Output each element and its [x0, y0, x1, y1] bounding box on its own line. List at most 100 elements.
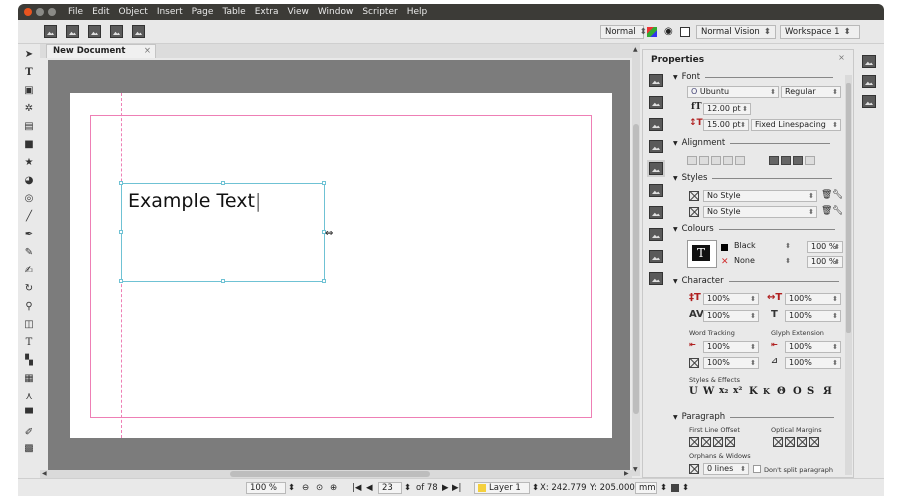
- eye-icon[interactable]: ◉: [664, 26, 673, 37]
- line-icon[interactable]: ╱: [23, 210, 35, 222]
- image-icon[interactable]: [649, 206, 663, 219]
- image-frame-icon[interactable]: ▣: [23, 84, 35, 96]
- close-tab-icon[interactable]: ×: [144, 45, 151, 57]
- menu-scripter[interactable]: Scripter: [362, 7, 397, 17]
- vertical-scale-field[interactable]: 100% ⬍: [703, 293, 759, 305]
- image-icon[interactable]: [649, 96, 663, 109]
- resize-handle[interactable]: [119, 181, 123, 185]
- stroke-colour-select[interactable]: None ⬍: [731, 256, 793, 268]
- word-tracking-norm-field[interactable]: 100% ⬍: [703, 357, 759, 369]
- line-spacing-mode-select[interactable]: Fixed Linespacing ⬍: [751, 119, 841, 131]
- scroll-left-icon[interactable]: ◀: [42, 470, 47, 477]
- kerning-field[interactable]: 100% ⬍: [703, 310, 759, 322]
- rotate-icon[interactable]: ↻: [23, 282, 35, 294]
- last-page-icon[interactable]: ▶|: [452, 483, 461, 493]
- menu-window[interactable]: Window: [318, 7, 354, 17]
- image-icon[interactable]: [649, 140, 663, 153]
- menu-extra[interactable]: Extra: [255, 7, 279, 17]
- stroke-shade-field[interactable]: 100 % ⬍: [807, 256, 843, 268]
- freehand-icon[interactable]: ✎: [23, 246, 35, 258]
- font-family-select[interactable]: O Ubuntu ⬍: [687, 86, 779, 98]
- unit-select[interactable]: mm: [635, 482, 657, 494]
- link-frames-icon[interactable]: ▚: [23, 354, 35, 366]
- arc-icon[interactable]: ◕: [23, 174, 35, 186]
- text-tool-icon[interactable]: T: [23, 66, 35, 78]
- colours-section-header[interactable]: ▼ Colours: [673, 224, 835, 234]
- image-icon[interactable]: [110, 25, 123, 38]
- spinner-icon[interactable]: ⬍: [404, 483, 411, 493]
- vertical-scrollbar[interactable]: ▲ ▼: [632, 44, 640, 476]
- align-center-button[interactable]: [699, 156, 709, 165]
- zoom-field[interactable]: 100 %: [246, 482, 286, 494]
- menu-page[interactable]: Page: [192, 7, 214, 17]
- shape-icon[interactable]: ■: [23, 138, 35, 150]
- next-page-icon[interactable]: ▶: [442, 483, 449, 493]
- close-window-button[interactable]: [24, 8, 32, 16]
- wrench-icon[interactable]: 🔧︎: [832, 206, 843, 216]
- image-icon[interactable]: [88, 25, 101, 38]
- spinner-icon[interactable]: ⬍: [288, 483, 295, 493]
- font-size-field[interactable]: 12.00 pt ⬍: [703, 103, 751, 115]
- first-line-option-button[interactable]: [725, 437, 735, 447]
- render-frame-icon[interactable]: ✲: [23, 102, 35, 114]
- horizontal-scroll-thumb[interactable]: [230, 471, 430, 477]
- subscript-icon[interactable]: x₂: [719, 386, 728, 396]
- font-section-header[interactable]: ▼ Font: [673, 72, 834, 82]
- align-left-button[interactable]: [687, 156, 697, 165]
- colour-preview[interactable]: T: [687, 240, 717, 268]
- glyph-max-field[interactable]: 100% ⬍: [785, 357, 841, 369]
- preview-mode-select[interactable]: Normal ⬍: [600, 25, 647, 39]
- first-line-option-button[interactable]: [689, 437, 699, 447]
- horizontal-scrollbar[interactable]: ◀ ▶: [40, 470, 632, 478]
- image-icon[interactable]: [647, 160, 665, 177]
- wrench-icon[interactable]: 🔧︎: [832, 190, 843, 200]
- previous-page-icon[interactable]: ◀: [366, 483, 373, 493]
- menu-edit[interactable]: Edit: [92, 7, 109, 17]
- align-forced-button[interactable]: [735, 156, 745, 165]
- direction-center-button[interactable]: [781, 156, 791, 165]
- glyph-min-field[interactable]: 100% ⬍: [785, 341, 841, 353]
- page-number-field[interactable]: 23: [378, 482, 402, 494]
- resize-handle[interactable]: [322, 181, 326, 185]
- spiral-icon[interactable]: ◎: [23, 192, 35, 204]
- document-tab[interactable]: New Document ×: [46, 44, 156, 58]
- strikethrough-icon[interactable]: Θ: [777, 386, 786, 397]
- menu-insert[interactable]: Insert: [157, 7, 183, 17]
- document-canvas[interactable]: Example Text| ⇔: [48, 60, 630, 470]
- image-icon[interactable]: [649, 228, 663, 241]
- menu-object[interactable]: Object: [119, 7, 148, 17]
- styles-section-header[interactable]: ▼ Styles: [673, 173, 833, 183]
- edit-mode-icon[interactable]: [680, 27, 690, 37]
- direction-justify-button[interactable]: [805, 156, 815, 165]
- vision-select[interactable]: Normal Vision ⬍: [696, 25, 776, 39]
- outline-icon[interactable]: O: [793, 386, 802, 397]
- workspace-select[interactable]: Workspace 1 ⬍: [780, 25, 860, 39]
- character-style-select[interactable]: No Style ⬍: [703, 206, 817, 218]
- scroll-right-icon[interactable]: ▶: [624, 470, 629, 477]
- maximize-window-button[interactable]: [48, 8, 56, 16]
- eyedropper-icon[interactable]: ✐: [23, 426, 35, 438]
- image-icon[interactable]: [649, 250, 663, 263]
- image-icon[interactable]: [862, 95, 876, 108]
- first-page-icon[interactable]: |◀: [352, 483, 361, 493]
- menu-file[interactable]: File: [68, 7, 83, 17]
- text-shade-field[interactable]: 100 % ⬍: [807, 241, 843, 253]
- image-quality-icon[interactable]: [671, 484, 679, 492]
- underline-icon[interactable]: U: [689, 386, 698, 397]
- direction-right-button[interactable]: [793, 156, 803, 165]
- direction-left-button[interactable]: [769, 156, 779, 165]
- paragraph-section-header[interactable]: ▼ Paragraph: [673, 412, 835, 422]
- polygon-icon[interactable]: ★: [23, 156, 35, 168]
- alignment-section-header[interactable]: ▼ Alignment: [673, 138, 831, 148]
- menu-table[interactable]: Table: [222, 7, 245, 17]
- spinner-icon[interactable]: ⬍: [532, 483, 539, 493]
- calligraphic-icon[interactable]: ✍: [23, 264, 35, 276]
- align-justify-button[interactable]: [723, 156, 733, 165]
- word-tracking-min-field[interactable]: 100% ⬍: [703, 341, 759, 353]
- baseline-field[interactable]: 100% ⬍: [785, 310, 841, 322]
- resize-handle[interactable]: [221, 181, 225, 185]
- frame-text[interactable]: Example Text|: [128, 190, 261, 212]
- image-icon[interactable]: [44, 25, 57, 38]
- character-section-header[interactable]: ▼ Character: [673, 276, 839, 286]
- edit-content-icon[interactable]: ◫: [23, 318, 35, 330]
